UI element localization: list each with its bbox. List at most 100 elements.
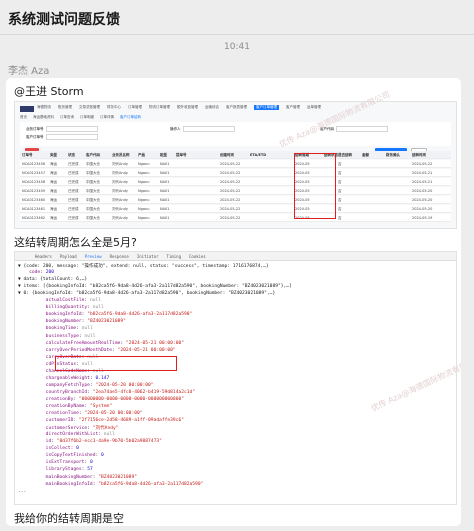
devtools-tab: Timing [166,253,181,259]
table-cell: NA01 [160,197,170,202]
top-nav: 海德物流 账务管理 交易总账管理 财务中心 订单管理 物流订单管理 额外收费管理 运输综合 客户… [37,105,321,110]
table-header-row: 订单号 类型 状态 客户代码 业务员名称 产品 柜型 提单号 创建时间 ETA/ETD 结转周期 结转… [20,151,451,159]
json-line: ▼ data: {totalCount: 6,…} [18,277,88,283]
filter-label: 业务订单号 [26,127,44,131]
table-screenshot[interactable]: 海德物流 账务管理 交易总账管理 财务中心 订单管理 物流订单管理 额外收费管理 运输综合 客户… [14,101,457,229]
table-cell: 订单号 [22,152,33,157]
table-cell: 海运 [50,206,57,211]
table-cell: 是否结转 [338,152,352,157]
json-line: countryBranchId: "2ea74ae5-4fc0-4062-b41… [45,389,196,395]
json-line: creationByName: "System" [45,404,113,409]
table-cell: NCA0123458 [22,179,46,184]
json-line: id: "0d37f6b2-ecc1-4a9e-9b70-5b02a908747… [45,439,162,445]
table-cell: 刘代Andy [112,170,128,175]
nav-item: 客户管理 [286,105,300,109]
table-cell: Nganu [138,170,150,175]
table-row: NCA0123458 海运 已完成 中国大仓 刘代Andy Nganu NA01 2024-0… [20,178,451,186]
devtools-tab: Response [109,253,129,259]
reply-text: 我给你的结转周期是空 [14,512,124,525]
table-cell: 否 [338,215,342,220]
table-cell: 已完成 [68,215,79,220]
table-cell: 2024-05-22 [220,179,241,184]
table-cell: 已完成 [68,161,79,166]
nav-item-active: 客户订单管理 [254,105,279,110]
devtools-tab: Headers [35,253,52,259]
json-line: bookingInfoId: "b82ca5f6-9da8-4d26-afa3-… [45,312,193,318]
table-cell: NCA0123460 [22,197,46,202]
highlight-box [294,153,336,219]
table-cell: NCA0123457 [22,170,46,175]
json-line: isCollect: 0 [45,446,79,452]
table-cell: 否 [338,206,342,211]
json-line: mainBookingNumber: "BZ4023021089" [45,474,137,480]
table-cell: 2024-05-22 [412,161,433,166]
json-line: isExtTransport: 0 [45,460,93,466]
nav-item: 交易总账管理 [79,105,100,109]
devtools-tabs: Headers Payload Preview Response Initiator Ti… [15,252,456,261]
table-cell: 业务员名称 [112,152,130,157]
table-row: NCA0123457 海运 已完成 中国大仓 刘代Andy Nganu NA01 2024-0… [20,169,451,177]
highlight-box [55,356,177,371]
table-cell: Nganu [138,206,150,211]
table-cell: 已完成 [68,197,79,202]
table-cell: 中国大仓 [86,170,100,175]
page-tabs: 首页 海运基础资料 订单查询 订单明细 订单详情 客户订单结转 [20,115,141,120]
page-tab: 订单详情 [100,115,114,119]
table-cell: 客户代码 [86,152,100,157]
table-cell: 海运 [50,179,57,184]
table-cell: 创建时间 [220,152,234,157]
filter-label: 客户订单号 [26,135,44,139]
table-cell: 海运 [50,170,57,175]
json-line: calculateFreeAmountRealTime: "2024-05-21… [45,340,184,346]
table-cell: ETA/ETD [250,152,267,157]
table-cell: 财务确认 [386,152,400,157]
json-line: ... [18,488,27,494]
json-line: chargeableWeight: 0.147 [45,375,110,381]
table-cell: 2024-05-20 [412,188,433,193]
table-cell: 2024-05-22 [220,188,241,193]
table-row: NCA0123460 海运 已完成 中国大仓 刘代Andy Nganu NA01 2024-0… [20,196,451,204]
table-cell: 刘代Andy [112,197,128,202]
table-cell: 海运 [50,161,57,166]
json-line: carryOverPeriodMonthDate: "2024-05-21 00… [45,347,176,353]
table-cell: 刘代Andy [112,215,128,220]
devtools-screenshot[interactable]: Headers Payload Preview Response Initiator Ti… [14,251,457,505]
json-line: mainBookingInfoId: "b82ca5f6-9da8-4d26-a… [45,481,204,487]
table-cell: 海运 [50,215,57,220]
chat-title: 系统测试问题反馈 [8,12,120,28]
page-tab: 海运基础资料 [33,115,54,119]
json-line: actualCostFile: null [45,298,102,304]
table-cell: 否 [338,197,342,202]
table-cell: Nganu [138,197,150,202]
json-line: code: 200 [29,270,55,276]
table-cell: 否 [338,170,342,175]
table-cell: NA01 [160,188,170,193]
table-cell: 已完成 [68,206,79,211]
table-cell: 结转时间 [412,152,426,157]
table-cell: NCA0123459 [22,188,46,193]
filter-panel: 业务订单号 客户订单号 操作人 客户代码 [20,122,451,146]
nav-item: 运输综合 [205,105,219,109]
table-cell: 否 [338,179,342,184]
question-text: 这结转周期怎么全是5月? [14,236,137,249]
devtools-tab: Preview [84,253,102,259]
table-cell: 2024-05-21 [412,170,433,175]
table-cell: 2024-05-22 [220,197,241,202]
table-cell: 中国大仓 [86,188,100,193]
table-cell: 刘代Andy [112,179,128,184]
table-cell: 2024-05-20 [412,197,433,202]
devtools-tab: Initiator [136,253,159,259]
table-cell: 中国大仓 [86,179,100,184]
nav-item: 订单管理 [128,105,142,109]
table-cell: 刘代Andy [112,188,128,193]
table-cell: 2024-05-21 [412,179,433,184]
table-cell: NA01 [160,215,170,220]
nav-item: 海德物流 [37,105,51,109]
nav-item: 客户报表管理 [226,105,247,109]
table-row: NCA0123456 海运 已完成 中国大仓 刘代Andy Nganu NA01 2024-0… [20,160,451,168]
table-cell: NA01 [160,170,170,175]
nav-item: 财务中心 [107,105,121,109]
json-line: bookingNumber: "BZ4023021089" [45,319,126,325]
sender-name: 李杰 Aza [8,66,50,77]
filter-label: 操作人 [170,127,181,131]
